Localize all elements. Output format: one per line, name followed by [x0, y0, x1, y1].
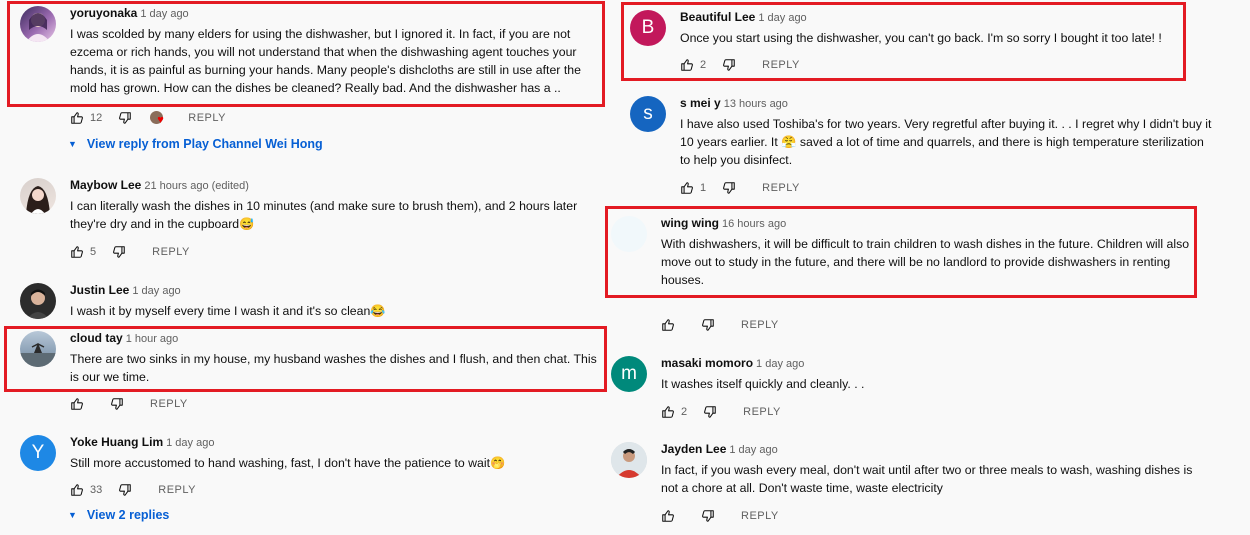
avatar[interactable]: m: [611, 356, 647, 392]
dislike-icon[interactable]: [701, 509, 715, 523]
comment-timestamp[interactable]: 13 hours ago: [724, 98, 788, 110]
dislike-icon[interactable]: [703, 405, 717, 419]
comment-text: I can literally wash the dishes in 10 mi…: [70, 199, 578, 231]
comment-timestamp[interactable]: 1 day ago: [729, 444, 777, 456]
like-icon[interactable]: [70, 483, 84, 497]
comment-text: It washes itself quickly and cleanly. . …: [661, 377, 865, 391]
comments-column-left: yoruyonaka 1 day ago I was scolded by man…: [0, 0, 615, 535]
reply-button[interactable]: REPLY: [762, 182, 800, 194]
chevron-down-icon: ▼: [68, 510, 77, 520]
comment-author[interactable]: Yoke Huang Lim: [70, 435, 163, 449]
like-count: 5: [90, 246, 97, 258]
reply-button[interactable]: REPLY: [741, 319, 779, 331]
comment-author[interactable]: Maybow Lee: [70, 178, 141, 192]
avatar[interactable]: S: [630, 96, 666, 132]
highlight-box: [7, 1, 605, 107]
dislike-icon[interactable]: [701, 318, 715, 332]
like-count: 33: [90, 484, 103, 496]
highlight-box: [605, 206, 1197, 298]
dislike-icon[interactable]: [118, 111, 132, 125]
comment-actions: 33 REPLY: [70, 482, 196, 498]
like-icon[interactable]: [680, 181, 694, 195]
comment-text: In fact, if you wash every meal, don't w…: [661, 463, 1193, 495]
highlight-box: [621, 2, 1186, 81]
comment-actions: 2 REPLY: [661, 404, 781, 420]
comment-author[interactable]: Jayden Lee: [661, 442, 726, 456]
like-icon[interactable]: [661, 509, 675, 523]
comment-text: I wash it by myself every time I wash it…: [70, 304, 386, 318]
like-icon[interactable]: [70, 111, 84, 125]
dislike-icon[interactable]: [110, 397, 124, 411]
comment-timestamp[interactable]: 21 hours ago (edited): [144, 180, 249, 192]
dislike-icon[interactable]: [722, 181, 736, 195]
avatar[interactable]: [20, 178, 56, 214]
comment-actions: REPLY: [661, 317, 779, 333]
comment-timestamp[interactable]: 1 day ago: [756, 358, 804, 370]
comment-author[interactable]: s mei y: [680, 96, 721, 110]
comment-actions: REPLY: [70, 396, 188, 412]
comment-text: Still more accustomed to hand washing, f…: [70, 456, 506, 470]
avatar[interactable]: [611, 442, 647, 478]
like-icon[interactable]: [661, 405, 675, 419]
comment-actions: 1 REPLY: [680, 180, 800, 196]
view-replies-label: View reply from Play Channel Wei Hong: [86, 137, 323, 151]
reply-button[interactable]: REPLY: [741, 510, 779, 522]
like-count: 1: [700, 182, 707, 194]
comment-text: I have also used Toshiba's for two years…: [680, 117, 1212, 167]
comment-timestamp[interactable]: 1 day ago: [132, 285, 180, 297]
avatar[interactable]: Y: [20, 435, 56, 471]
creator-heart-icon: ♥: [150, 110, 166, 126]
view-replies-button[interactable]: ▼ View reply from Play Channel Wei Hong: [68, 137, 323, 151]
chevron-down-icon: ▼: [68, 139, 77, 149]
view-replies-label: View 2 replies: [86, 508, 170, 522]
reply-button[interactable]: REPLY: [152, 246, 190, 258]
avatar[interactable]: [20, 283, 56, 319]
reply-button[interactable]: REPLY: [743, 406, 781, 418]
reply-button[interactable]: REPLY: [150, 398, 188, 410]
reply-button[interactable]: REPLY: [188, 112, 226, 124]
reply-button[interactable]: REPLY: [158, 484, 196, 496]
comment-actions: REPLY: [661, 508, 779, 524]
comment-actions: 12 ♥ REPLY: [70, 110, 226, 126]
comment-timestamp[interactable]: 1 day ago: [166, 437, 214, 449]
dislike-icon[interactable]: [112, 245, 126, 259]
dislike-icon[interactable]: [118, 483, 132, 497]
like-count: 2: [681, 406, 688, 418]
comment-author[interactable]: Justin Lee: [70, 283, 129, 297]
like-icon[interactable]: [70, 397, 84, 411]
view-replies-button[interactable]: ▼ View 2 replies: [68, 508, 169, 522]
comment-actions: 5 REPLY: [70, 244, 190, 260]
like-icon[interactable]: [70, 245, 84, 259]
highlight-box: [4, 326, 607, 392]
comments-column-right: B Beautiful Lee 1 day ago Once you start …: [605, 0, 1250, 535]
like-icon[interactable]: [661, 318, 675, 332]
comment-author[interactable]: masaki momoro: [661, 356, 753, 370]
like-count: 12: [90, 112, 103, 124]
